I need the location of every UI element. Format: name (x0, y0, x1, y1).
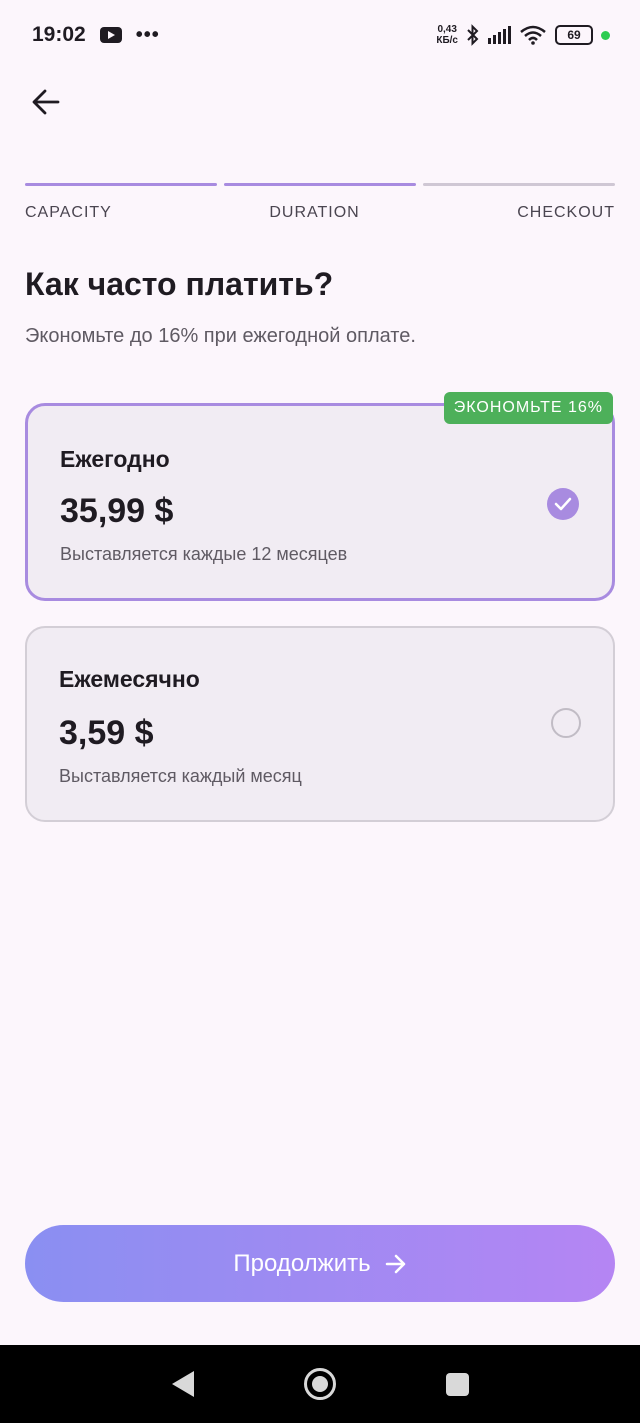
page-title: Как часто платить? (25, 266, 334, 302)
nav-back-icon[interactable] (171, 1371, 194, 1397)
step-label-capacity: CAPACITY (25, 204, 112, 221)
nav-home-icon[interactable] (303, 1368, 336, 1400)
system-navigation-bar (0, 1345, 640, 1423)
page-subtitle: Экономьте до 16% при ежегодной оплате. (25, 325, 416, 347)
step-bars (25, 183, 615, 186)
plan-price: 35,99 $ (60, 492, 174, 530)
plan-billing-note: Выставляется каждый месяц (59, 766, 302, 786)
arrow-right-icon (385, 1254, 405, 1273)
youtube-icon (99, 27, 122, 43)
radio-selected[interactable] (547, 488, 579, 520)
status-time: 19:02 (32, 23, 86, 46)
network-speed-value: 0,43 (437, 24, 457, 35)
progress-stepper: CAPACITY DURATION CHECKOUT (25, 183, 615, 222)
status-right: 0,43 КБ/с 69 (436, 24, 610, 46)
arrow-left-icon (32, 89, 60, 115)
plan-name: Ежемесячно (59, 666, 200, 692)
radio-unselected[interactable] (551, 708, 581, 738)
check-icon (554, 497, 572, 511)
bluetooth-icon (467, 24, 479, 46)
step-labels: CAPACITY DURATION CHECKOUT (25, 204, 615, 222)
status-bar: 19:02 ••• 0,43 КБ/с 69 (0, 0, 640, 70)
plan-price: 3,59 $ (59, 714, 154, 752)
network-speed-unit: КБ/с (436, 35, 458, 46)
battery-level: 69 (567, 28, 581, 42)
savings-badge: ЭКОНОМЬТЕ 16% (443, 392, 613, 424)
step-bar-capacity (25, 183, 217, 186)
continue-button[interactable]: Продолжить (25, 1225, 615, 1302)
step-label-duration: DURATION (269, 204, 360, 221)
network-speed: 0,43 КБ/с (436, 24, 458, 46)
step-bar-duration (224, 183, 416, 186)
step-label-checkout: CHECKOUT (517, 204, 615, 221)
continue-button-label: Продолжить (233, 1249, 371, 1277)
plan-billing-note: Выставляется каждые 12 месяцев (60, 544, 348, 564)
more-notifications-icon: ••• (135, 23, 160, 46)
plan-name: Ежегодно (60, 446, 170, 472)
plan-option-yearly[interactable]: ЭКОНОМЬТЕ 16% Ежегодно 35,99 $ Выставляе… (25, 392, 615, 601)
nav-recents-icon[interactable] (445, 1372, 469, 1396)
privacy-indicator-dot (601, 30, 610, 40)
wifi-icon (520, 25, 546, 45)
back-button[interactable] (24, 80, 68, 124)
status-left: 19:02 ••• (32, 23, 160, 47)
battery-icon: 69 (555, 25, 593, 45)
step-bar-checkout (423, 183, 615, 186)
plan-option-monthly[interactable]: Ежемесячно 3,59 $ Выставляется каждый ме… (25, 626, 615, 822)
signal-icon (488, 26, 511, 44)
